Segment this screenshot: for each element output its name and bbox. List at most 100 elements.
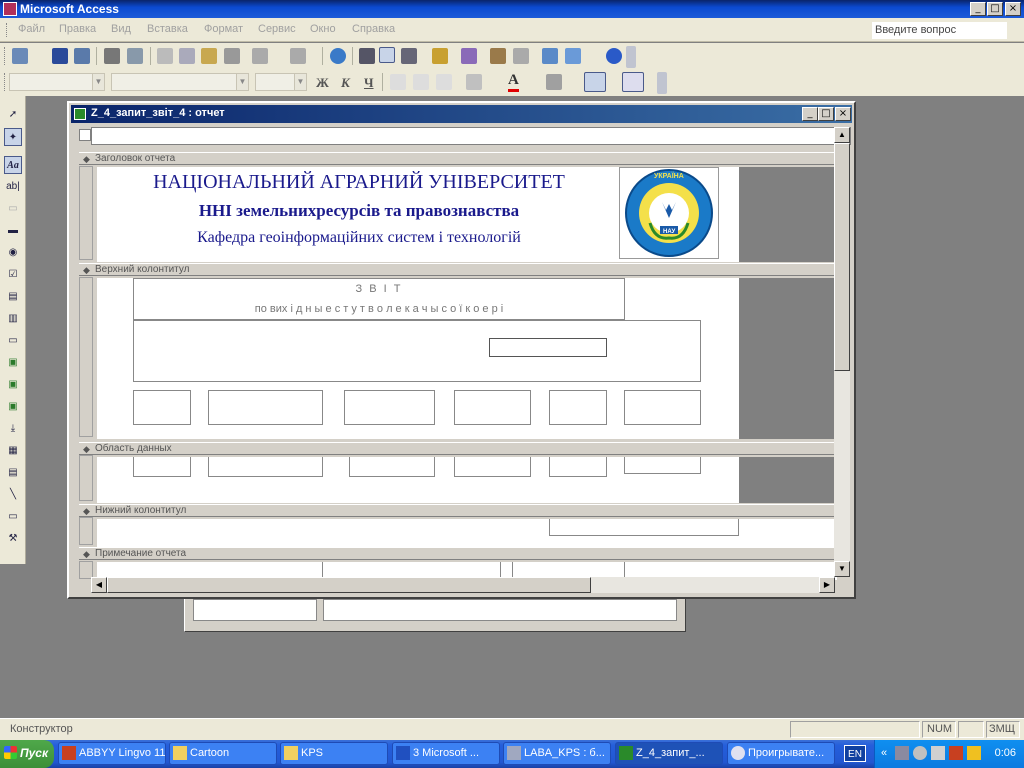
detail-area[interactable]	[97, 457, 739, 503]
toolbar-options-icon[interactable]	[657, 72, 667, 94]
code-icon[interactable]	[461, 48, 477, 64]
vertical-scroll-thumb[interactable]	[834, 143, 850, 371]
checkbox-tool-icon[interactable]: ☑	[4, 266, 22, 284]
column-header-cell[interactable]	[549, 390, 607, 425]
tray-app-icon[interactable]	[895, 746, 909, 760]
column-header-cell[interactable]	[133, 390, 191, 425]
page-header-title-box[interactable]: З В І Т по вих і д н ы е с т у т в о л е…	[133, 278, 625, 320]
more-controls-icon[interactable]: ⚒	[4, 530, 22, 548]
hyperlink-icon[interactable]	[330, 48, 346, 64]
tray-app-icon[interactable]	[913, 746, 927, 760]
align-right-icon[interactable]	[436, 74, 452, 90]
report-design-window[interactable]: Z_4_запит_звіт_4 : отчет _ □ × ◆ Заголово…	[67, 101, 856, 599]
unbound-frame-icon[interactable]: ▣	[4, 376, 22, 394]
undo-icon[interactable]	[252, 48, 268, 64]
command-button-icon[interactable]: ▭	[4, 332, 22, 350]
menu-tools[interactable]: Сервис	[258, 23, 296, 35]
bound-frame-icon[interactable]: ▣	[4, 398, 22, 416]
report-close-button[interactable]: ×	[835, 107, 851, 121]
print-preview-icon[interactable]	[127, 48, 143, 64]
new-object-icon[interactable]	[565, 48, 581, 64]
menu-edit[interactable]: Правка	[59, 23, 96, 35]
university-logo[interactable]: УКРАЇНА НАУ	[619, 167, 719, 259]
detail-field[interactable]	[454, 457, 531, 477]
control-wizards-icon[interactable]: ✦	[4, 128, 22, 146]
subform-icon[interactable]: ▤	[4, 464, 22, 482]
taskbar-button-cartoon[interactable]: Cartoon	[169, 742, 277, 765]
scroll-right-icon[interactable]: ▶	[819, 577, 835, 593]
autoformat-icon[interactable]	[432, 48, 448, 64]
maximize-button[interactable]: □	[987, 2, 1003, 16]
horizontal-ruler[interactable]	[91, 127, 851, 145]
option-button-icon[interactable]: ◉	[4, 244, 22, 262]
scroll-left-icon[interactable]: ◀	[91, 577, 107, 593]
image-icon[interactable]: ▣	[4, 354, 22, 372]
page-footer-area[interactable]	[97, 519, 837, 547]
format-painter-icon[interactable]	[224, 48, 240, 64]
fill-color-icon[interactable]	[466, 74, 482, 90]
menu-format[interactable]: Формат	[204, 23, 243, 35]
textbox-tool-icon[interactable]: ab|	[4, 178, 22, 196]
underline-button[interactable]: Ч	[364, 75, 374, 91]
toolbar-options-icon[interactable]	[626, 46, 636, 68]
align-center-icon[interactable]	[413, 74, 429, 90]
tab-control-icon[interactable]: ▦	[4, 442, 22, 460]
line-width-icon[interactable]	[584, 72, 606, 92]
line-tool-icon[interactable]: ╲	[4, 486, 22, 504]
column-header-cell[interactable]	[624, 390, 701, 425]
paste-icon[interactable]	[201, 48, 217, 64]
database-window-icon[interactable]	[542, 48, 558, 64]
special-effect-icon[interactable]	[622, 72, 644, 92]
menu-insert[interactable]: Вставка	[147, 23, 188, 35]
ask-question-input[interactable]: Введите вопрос	[872, 22, 1007, 39]
detail-field[interactable]	[349, 457, 435, 477]
combo-box-icon[interactable]: ▤	[4, 288, 22, 306]
page-number-field[interactable]	[549, 519, 739, 536]
column-header-cell[interactable]	[454, 390, 531, 425]
label-tool-icon[interactable]: Aa	[4, 156, 22, 174]
cut-icon[interactable]	[157, 48, 173, 64]
font-size-select[interactable]: ▼	[255, 73, 307, 91]
menu-help[interactable]: Справка	[352, 23, 395, 35]
horizontal-scrollbar[interactable]: ◀ ▶	[91, 577, 835, 593]
menu-file[interactable]: Файл	[18, 23, 45, 35]
report-title-line-1[interactable]: НАЦІОНАЛЬНИЙ АГРАРНИЙ УНІВЕРСИТЕТ	[109, 171, 609, 194]
sorting-grouping-icon[interactable]	[401, 48, 417, 64]
align-left-icon[interactable]	[390, 74, 406, 90]
print-icon[interactable]	[104, 48, 120, 64]
detail-field[interactable]	[133, 457, 191, 477]
save-icon[interactable]	[52, 48, 68, 64]
tray-app-icon[interactable]	[967, 746, 981, 760]
select-report-box[interactable]	[79, 129, 91, 141]
taskbar-button-player[interactable]: Проигрывате...	[727, 742, 835, 765]
list-box-icon[interactable]: ▥	[4, 310, 22, 328]
page-header-field[interactable]	[489, 338, 607, 357]
tray-expand-icon[interactable]: «	[881, 747, 887, 759]
detail-field[interactable]	[208, 457, 323, 477]
font-color-button[interactable]: A	[508, 73, 519, 92]
page-header-area[interactable]: З В І Т по вих і д н ы е с т у т в о л е…	[97, 278, 739, 439]
language-indicator[interactable]: EN	[844, 745, 866, 762]
detail-field[interactable]	[549, 457, 607, 477]
section-bar-detail[interactable]: ◆ Область данных	[79, 442, 837, 455]
italic-button[interactable]: К	[341, 75, 350, 91]
section-bar-report-footer[interactable]: ◆ Примечание отчета	[79, 547, 837, 560]
font-name-select[interactable]: ▼	[111, 73, 249, 91]
scroll-up-icon[interactable]: ▲	[834, 127, 850, 143]
taskbar-button-lingvo[interactable]: ABBYY Lingvo 11	[58, 742, 166, 765]
menu-window[interactable]: Окно	[310, 23, 336, 35]
taskbar-button-kps[interactable]: KPS	[280, 742, 388, 765]
view-icon[interactable]	[12, 48, 28, 64]
help-icon[interactable]	[606, 48, 622, 64]
toolbox-icon[interactable]	[379, 47, 395, 63]
horizontal-scroll-thumb[interactable]	[107, 577, 591, 593]
field-list-icon[interactable]	[359, 48, 375, 64]
vertical-scrollbar[interactable]: ▲ ▼	[834, 127, 850, 577]
menu-view[interactable]: Вид	[111, 23, 131, 35]
minimize-button[interactable]: _	[970, 2, 986, 16]
detail-field[interactable]	[624, 457, 701, 474]
start-button[interactable]: Пуск	[0, 740, 54, 768]
section-bar-page-footer[interactable]: ◆ Нижний колонтитул	[79, 504, 837, 517]
bold-button[interactable]: Ж	[316, 75, 329, 91]
close-button[interactable]: ×	[1005, 2, 1021, 16]
